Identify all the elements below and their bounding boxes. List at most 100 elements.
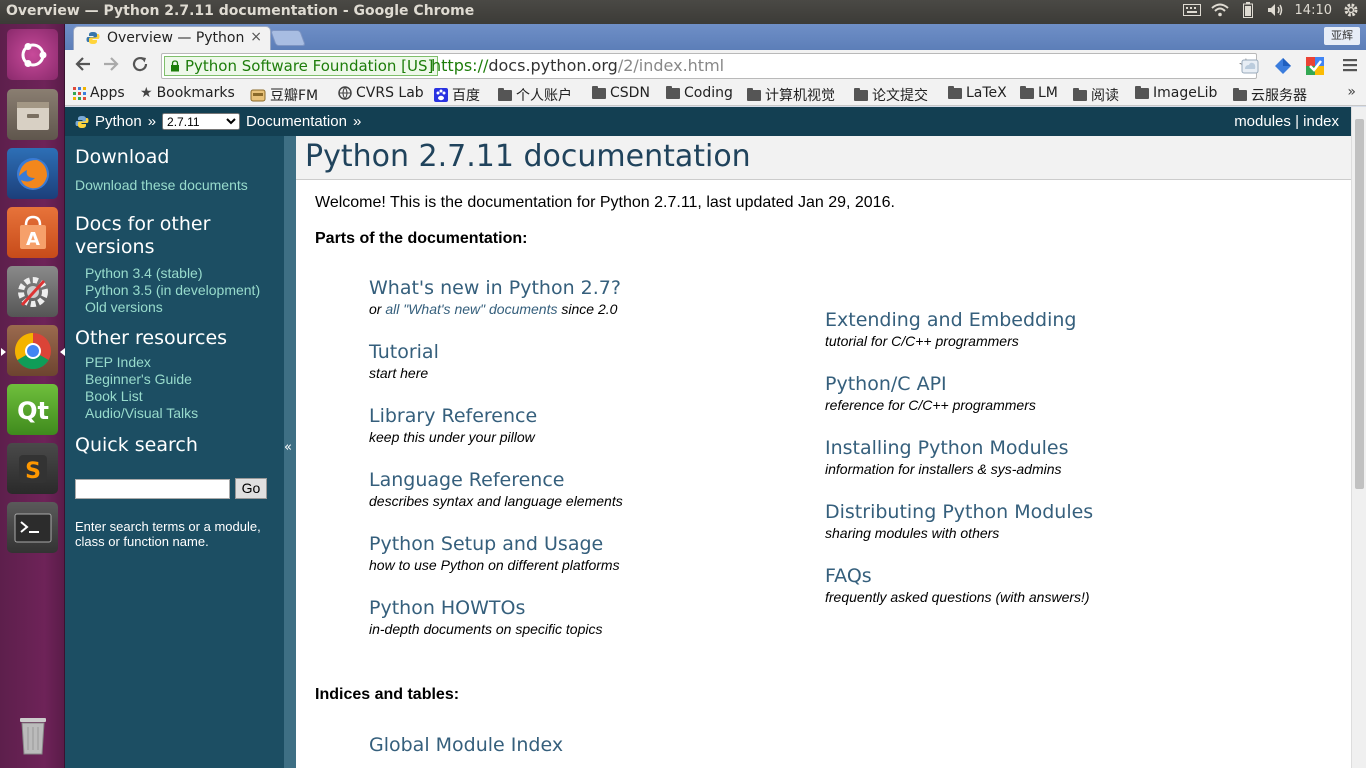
system-settings-icon[interactable]	[7, 266, 58, 317]
doc-link-setup-usage[interactable]: Python Setup and Usage	[369, 533, 620, 556]
folder-icon	[1073, 87, 1087, 101]
bookmark-folder-csdn[interactable]: CSDN	[592, 85, 650, 101]
system-tray: 14:10	[1182, 2, 1360, 18]
doc-link-distributing-modules[interactable]: Distributing Python Modules	[825, 501, 1093, 524]
new-tab-button[interactable]	[270, 30, 306, 46]
keyboard-icon[interactable]	[1182, 2, 1201, 18]
doc-link-howtos[interactable]: Python HOWTOs	[369, 597, 602, 620]
tab-python-docs[interactable]: Overview — Python ×	[73, 26, 271, 50]
extension-cloud-icon[interactable]	[1240, 56, 1260, 76]
bookmark-folder-computer-vision[interactable]: 计算机视觉	[747, 85, 835, 105]
doc-link-installing-modules[interactable]: Installing Python Modules	[825, 437, 1069, 460]
lock-icon	[171, 60, 179, 72]
bookmarks-overflow-chevron[interactable]: »	[1347, 84, 1356, 100]
url-text: https://docs.python.org/2/index.html	[431, 56, 724, 75]
profile-badge[interactable]: 亚辉	[1324, 27, 1360, 45]
bookmark-apps[interactable]: Apps	[73, 85, 125, 101]
breadcrumb-separator: »	[147, 113, 157, 130]
reload-button[interactable]	[128, 55, 152, 77]
version-link-old[interactable]: Old versions	[85, 299, 163, 315]
bookmark-folder-latex[interactable]: LaTeX	[948, 85, 1007, 101]
download-documents-link[interactable]: Download these documents	[75, 177, 248, 193]
apps-grid-icon	[73, 86, 86, 100]
settings-gear-icon[interactable]	[1342, 2, 1360, 18]
version-select[interactable]: 2.7.11	[162, 113, 241, 130]
doc-link-extending-embedding[interactable]: Extending and Embedding	[825, 309, 1076, 332]
quick-search-input[interactable]	[75, 479, 230, 499]
python-logo-icon	[75, 115, 89, 128]
bookmark-folder-coding[interactable]: Coding	[666, 85, 733, 101]
doc-desc: how to use Python on different platforms	[369, 557, 620, 573]
tab-title: Overview — Python	[107, 30, 245, 46]
doc-link-tutorial[interactable]: Tutorial	[369, 341, 439, 364]
folder-icon	[1020, 85, 1034, 99]
breadcrumb-python-link[interactable]: Python	[95, 113, 142, 130]
clock[interactable]: 14:10	[1295, 3, 1332, 18]
all-whats-new-link[interactable]: all "What's new" documents	[385, 301, 557, 317]
parts-heading: Parts of the documentation:	[315, 230, 528, 247]
qt-creator-icon[interactable]: Qt	[7, 384, 58, 435]
bookmark-folder-reading[interactable]: 阅读	[1073, 85, 1119, 105]
address-bar[interactable]: Python Software Foundation [US] https://…	[161, 53, 1257, 79]
bookmark-folder-imagelib[interactable]: ImageLib	[1135, 85, 1217, 101]
doc-link-c-api[interactable]: Python/C API	[825, 373, 1036, 396]
bookmark-folder-lm[interactable]: LM	[1020, 85, 1058, 101]
doc-link-whats-new[interactable]: What's new in Python 2.7?	[369, 277, 621, 300]
bookmark-cvrs-lab[interactable]: CVRS Lab	[338, 85, 424, 101]
software-center-icon[interactable]: A	[7, 207, 58, 258]
tab-close-icon[interactable]: ×	[250, 29, 262, 45]
bookmark-baidu[interactable]: 百度	[434, 85, 480, 105]
resources-list: PEP Index Beginner's Guide Book List Aud…	[85, 354, 227, 422]
sidebar-quick-search-section: Quick search	[75, 434, 198, 456]
volume-icon[interactable]	[1267, 2, 1285, 18]
doc-entry-installing-modules: Installing Python Modules information fo…	[825, 437, 1069, 479]
doc-desc: describes syntax and language elements	[369, 493, 623, 509]
doc-entry-setup-usage: Python Setup and Usage how to use Python…	[369, 533, 620, 575]
heading-line: Docs for other	[75, 213, 211, 235]
firefox-icon[interactable]	[7, 148, 58, 199]
version-link-3-5[interactable]: Python 3.5 (in development)	[85, 282, 260, 298]
sidebar-heading-other-resources: Other resources	[75, 327, 228, 349]
modules-link[interactable]: modules	[1234, 113, 1291, 130]
battery-icon[interactable]	[1239, 2, 1257, 18]
version-link-3-4[interactable]: Python 3.4 (stable)	[85, 265, 203, 281]
doc-entry-tutorial: Tutorial start here	[369, 341, 439, 383]
bookmark-folder-personal-account[interactable]: 个人账户	[498, 85, 572, 105]
extension-diamond-icon[interactable]	[1273, 56, 1293, 76]
forward-button[interactable]	[99, 55, 123, 77]
bookmark-bookmarks[interactable]: ★ Bookmarks	[140, 85, 235, 101]
doc-link-faqs[interactable]: FAQs	[825, 565, 1090, 588]
files-icon[interactable]	[7, 89, 58, 140]
index-link[interactable]: index	[1303, 113, 1339, 130]
scrollbar-thumb[interactable]	[1355, 119, 1364, 489]
sidebar-resources-section: Other resources PEP Index Beginner's Gui…	[75, 327, 227, 422]
bookmark-label: CVRS Lab	[356, 85, 424, 101]
trash-icon[interactable]	[7, 708, 58, 759]
bookmark-doubanfm[interactable]: 豆瓣FM	[250, 85, 318, 105]
bookmark-label: 论文提交	[872, 88, 928, 104]
doc-link-language-reference[interactable]: Language Reference	[369, 469, 623, 492]
chrome-window: Overview — Python × 亚辉 Python Software F…	[65, 24, 1366, 768]
extension-checkmark-icon[interactable]	[1305, 56, 1325, 76]
resource-link-book-list[interactable]: Book List	[85, 388, 143, 404]
bookmark-folder-cloud-server[interactable]: 云服务器	[1233, 85, 1307, 105]
resource-link-beginners-guide[interactable]: Beginner's Guide	[85, 371, 192, 387]
back-button[interactable]	[71, 55, 95, 77]
page-scrollbar[interactable]	[1351, 107, 1366, 768]
terminal-icon[interactable]	[7, 502, 58, 553]
bookmark-folder-paper-submission[interactable]: 论文提交	[854, 85, 928, 105]
doc-entry-global-module-index: Global Module Index	[369, 734, 563, 757]
quick-search-go-button[interactable]: Go	[235, 478, 267, 499]
wifi-icon[interactable]	[1210, 2, 1229, 18]
doc-link-global-module-index[interactable]: Global Module Index	[369, 734, 563, 757]
resource-link-pep-index[interactable]: PEP Index	[85, 354, 151, 370]
ubuntu-dash-icon[interactable]	[7, 29, 58, 80]
ev-certificate-badge[interactable]: Python Software Foundation [US]	[164, 56, 439, 76]
sidebar-collapse-button[interactable]: «	[284, 136, 296, 768]
breadcrumb-documentation-link[interactable]: Documentation	[246, 113, 347, 130]
sublime-text-icon[interactable]: S	[7, 443, 58, 494]
chrome-icon[interactable]	[7, 325, 58, 376]
doc-link-library-reference[interactable]: Library Reference	[369, 405, 537, 428]
resource-link-av-talks[interactable]: Audio/Visual Talks	[85, 405, 198, 421]
chrome-menu-icon[interactable]	[1342, 56, 1358, 77]
